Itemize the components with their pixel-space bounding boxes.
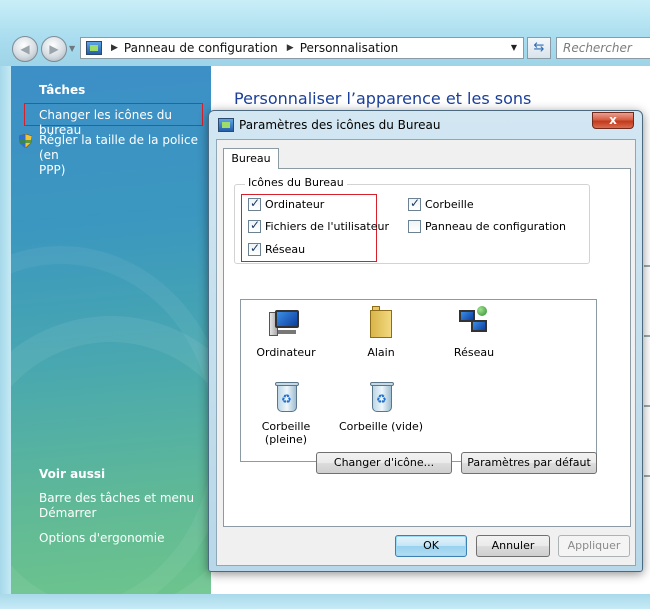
checkbox-control-panel-label: Panneau de configuration <box>425 220 567 233</box>
control-panel-icon <box>86 41 102 55</box>
icon-item-computer[interactable]: Ordinateur <box>241 306 331 359</box>
breadcrumb-separator-icon[interactable]: ▶ <box>287 43 294 53</box>
forward-arrow-icon: ▶ <box>49 42 59 56</box>
checkbox-user-files-label: Fichiers de l'utilisateur <box>265 220 390 233</box>
computer-icon <box>269 306 303 340</box>
breadcrumb-separator-icon[interactable]: ▶ <box>111 43 118 53</box>
address-bar[interactable]: ▶ Panneau de configuration ▶ Personnalis… <box>80 37 524 59</box>
recycle-bin-full-icon: ♻ <box>269 380 303 414</box>
icon-item-recycle-full[interactable]: ♻ Corbeille (pleine) <box>241 380 331 446</box>
forward-button[interactable]: ▶ <box>41 36 67 62</box>
tab-bureau[interactable]: Bureau <box>223 148 279 169</box>
taskbar-link-line2: Démarrer <box>39 506 97 520</box>
address-toolbar: ◀ ▶ ▼ ▶ Panneau de configuration ▶ Perso… <box>0 0 650 66</box>
checkbox-computer-label: Ordinateur <box>265 198 325 211</box>
icon-list-view[interactable]: Ordinateur Alain Réseau ♻ Corbeille (ple… <box>240 299 597 462</box>
icon-label: Réseau <box>453 346 495 359</box>
close-button[interactable]: x <box>592 112 634 129</box>
task-pane: Tâches Changer les icônes du bureau Régl… <box>11 66 211 594</box>
font-size-link[interactable]: Régler la taille de la police (en PPP) <box>39 133 211 178</box>
checkbox-unchecked-icon[interactable] <box>408 220 421 233</box>
restore-default-button[interactable]: Paramètres par défaut <box>461 452 597 474</box>
icon-label: Corbeille (vide) <box>338 420 423 433</box>
icon-label: Ordinateur <box>256 346 316 359</box>
change-icon-button[interactable]: Changer d'icône... <box>316 452 452 474</box>
control-panel-icon <box>218 118 234 132</box>
checkbox-checked-icon[interactable] <box>248 218 261 233</box>
breadcrumb-personalization[interactable]: Personnalisation <box>300 41 399 55</box>
checkbox-checked-icon[interactable] <box>248 196 261 211</box>
breadcrumb-control-panel[interactable]: Panneau de configuration <box>124 41 278 55</box>
group-label: Icônes du Bureau <box>245 176 347 189</box>
icon-label: Corbeille (pleine) <box>261 420 311 446</box>
icon-item-user[interactable]: Alain <box>336 306 426 359</box>
icon-label: Alain <box>367 346 395 359</box>
checkbox-control-panel[interactable]: Panneau de configuration <box>408 220 566 233</box>
page-title: Personnaliser l’apparence et les sons <box>234 89 532 108</box>
refresh-icon: ⇆ <box>533 40 545 55</box>
back-arrow-icon: ◀ <box>20 42 30 56</box>
search-input[interactable]: Rechercher <box>556 37 650 59</box>
recycle-bin-empty-icon: ♻ <box>364 380 398 414</box>
font-size-link-line2: PPP) <box>39 163 66 177</box>
see-also-heading: Voir aussi <box>39 467 106 481</box>
address-dropdown-icon[interactable]: ▼ <box>511 43 517 52</box>
window-frame-bottom <box>0 594 650 609</box>
checkbox-network-label: Réseau <box>265 243 306 256</box>
checkbox-user-files[interactable]: Fichiers de l'utilisateur <box>248 218 390 233</box>
uac-shield-icon <box>19 134 32 148</box>
ergonomics-options-link[interactable]: Options d'ergonomie <box>39 531 164 546</box>
checkbox-recycle-bin[interactable]: Corbeille <box>408 196 474 211</box>
back-button[interactable]: ◀ <box>12 36 38 62</box>
dialog-body: Bureau Icônes du Bureau Ordinateur Fichi… <box>216 139 636 566</box>
apply-button[interactable]: Appliquer <box>558 535 630 557</box>
close-icon: x <box>609 113 617 127</box>
user-folder-icon <box>364 306 398 340</box>
network-icon <box>457 306 491 340</box>
refresh-button[interactable]: ⇆ <box>527 37 551 59</box>
window-frame-left <box>0 66 11 594</box>
tasks-heading: Tâches <box>39 83 86 97</box>
checkbox-recycle-bin-label: Corbeille <box>425 198 474 211</box>
checkbox-checked-icon[interactable] <box>248 241 261 256</box>
dialog-title: Paramètres des icônes du Bureau <box>239 118 441 132</box>
cancel-button[interactable]: Annuler <box>476 535 550 557</box>
icon-item-recycle-empty[interactable]: ♻ Corbeille (vide) <box>336 380 426 433</box>
checkbox-checked-icon[interactable] <box>408 196 421 211</box>
taskbar-link-line1: Barre des tâches et menu <box>39 491 195 505</box>
taskbar-start-menu-link[interactable]: Barre des tâches et menu Démarrer <box>39 491 194 521</box>
recent-pages-dropdown-icon[interactable]: ▼ <box>69 44 75 53</box>
ok-button[interactable]: OK <box>395 535 467 557</box>
checkbox-network[interactable]: Réseau <box>248 241 306 256</box>
desktop-icon-settings-dialog: Paramètres des icônes du Bureau x Bureau… <box>208 110 643 572</box>
icon-item-network[interactable]: Réseau <box>429 306 519 359</box>
checkbox-computer[interactable]: Ordinateur <box>248 196 325 211</box>
font-size-link-line1: Régler la taille de la police (en <box>39 133 198 162</box>
